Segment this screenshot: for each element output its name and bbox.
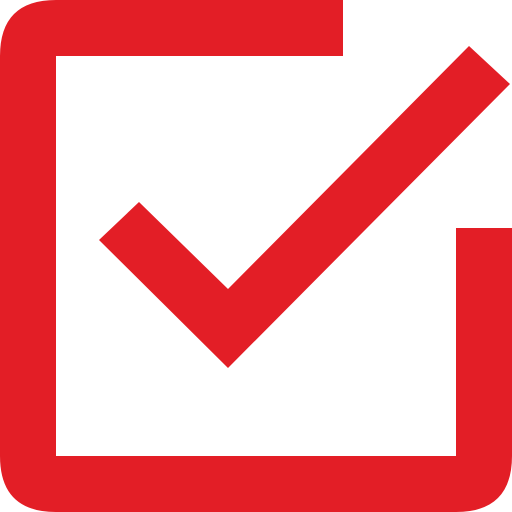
checkbox-graphic: [0, 0, 512, 512]
checkbox-frame: [0, 0, 512, 512]
checked-checkbox-icon: [0, 0, 512, 512]
check-mark: [99, 46, 510, 368]
